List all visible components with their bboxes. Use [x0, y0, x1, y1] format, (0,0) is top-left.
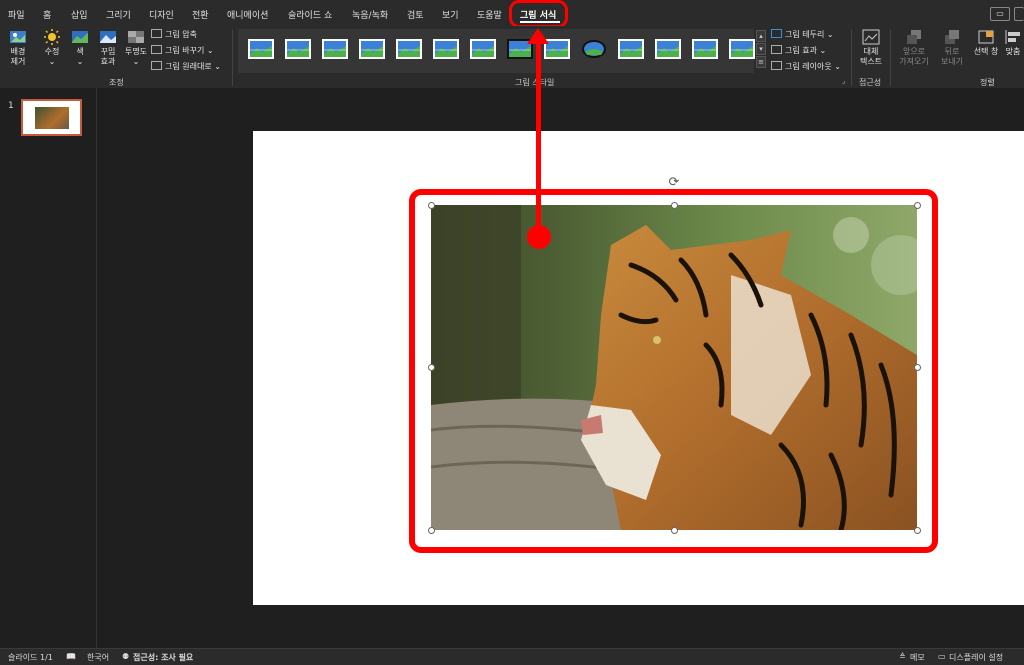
slide-thumbnail[interactable]	[21, 99, 82, 136]
picture-style-4[interactable]	[359, 39, 385, 59]
group-label-accessibility: 접근성	[859, 78, 882, 87]
selection-pane-button[interactable]: 선택 창	[970, 29, 1002, 57]
status-bar: 슬라이드 1/1 📖 한국어 ⚉ 접근성: 조사 필요 ≙ 메모 ▭ 디스플레이…	[0, 648, 1024, 665]
picture-style-11[interactable]	[618, 39, 644, 59]
picture-style-14[interactable]	[729, 39, 755, 59]
picture-style-3[interactable]	[322, 39, 348, 59]
ribbon-divider	[851, 30, 852, 86]
picture-styles-gallery	[238, 29, 755, 73]
picture-border-icon	[771, 29, 782, 38]
send-backward-button[interactable]: 뒤로 보내기	[935, 29, 969, 67]
reset-picture-icon	[151, 61, 162, 70]
gallery-scroll-down-icon[interactable]: ▾	[756, 43, 766, 55]
color-icon	[72, 31, 88, 43]
remove-background-icon	[10, 31, 26, 43]
rotate-handle-icon[interactable]: ⟳	[667, 176, 681, 190]
tab-file[interactable]: 파일	[8, 8, 25, 21]
picture-border-button[interactable]: 그림 테두리 ⌄	[771, 29, 834, 40]
tab-insert[interactable]: 삽입	[71, 8, 88, 21]
group-label-picture-styles: 그림 스타일	[515, 78, 555, 87]
highlight-tab-box	[509, 0, 568, 28]
artistic-effects-icon	[100, 31, 116, 43]
display-settings-button[interactable]: 디스플레이 설정	[949, 652, 1003, 663]
picture-style-7[interactable]	[470, 39, 496, 59]
change-picture-icon	[151, 45, 162, 54]
color-button[interactable]: 색 ⌄	[66, 29, 94, 67]
transparency-icon	[128, 31, 144, 43]
picture-style-13[interactable]	[692, 39, 718, 59]
ribbon: 배경 제거 수정 ⌄ 색 ⌄ 꾸밈 효과 투명도 ⌄ 그림 압축 그림 바꾸기 ⌄ 그…	[0, 26, 1024, 89]
bring-forward-button[interactable]: 앞으로 가져오기	[894, 29, 934, 67]
picture-style-5[interactable]	[396, 39, 422, 59]
picture-style-2[interactable]	[285, 39, 311, 59]
send-backward-icon	[945, 30, 959, 44]
bring-forward-icon	[907, 30, 921, 44]
reset-picture-button[interactable]: 그림 원래대로 ⌄	[151, 61, 221, 72]
accessibility-icon: ⚉	[122, 652, 130, 661]
group-label-adjust: 조정	[109, 78, 124, 87]
chevron-down-icon: ⌄	[48, 57, 56, 66]
tab-draw[interactable]: 그리기	[106, 8, 131, 21]
remove-background-button[interactable]: 배경 제거	[4, 29, 32, 67]
slide-number: 1	[8, 101, 14, 111]
annotation-arrow-head	[527, 28, 549, 44]
dialog-launcher-icon[interactable]: ⌟	[842, 77, 845, 85]
tab-record[interactable]: 녹음/녹화	[352, 8, 388, 21]
slide-counter: 슬라이드 1/1	[8, 653, 53, 662]
artistic-effects-button[interactable]: 꾸밈 효과	[94, 29, 122, 67]
spellcheck-icon[interactable]: 📖	[66, 652, 76, 661]
picture-layout-icon	[771, 61, 782, 70]
chevron-down-icon: ⌄	[132, 57, 140, 66]
picture-layout-button[interactable]: 그림 레이아웃 ⌄	[771, 61, 841, 72]
thumbnail-image	[35, 107, 69, 129]
highlight-image-box	[409, 189, 938, 553]
picture-style-6[interactable]	[433, 39, 459, 59]
annotation-arrow-dot	[527, 225, 551, 249]
share-icon[interactable]	[1014, 7, 1024, 21]
accessibility-status[interactable]: 접근성: 조사 필요	[133, 652, 193, 663]
tab-view[interactable]: 보기	[442, 8, 459, 21]
chevron-down-icon: ⌄	[76, 57, 84, 66]
compress-pictures-button[interactable]: 그림 압축	[151, 29, 197, 40]
annotation-arrow-line	[536, 42, 541, 237]
tab-animations[interactable]: 애니메이션	[227, 8, 268, 21]
group-label-arrange: 정렬	[980, 78, 995, 87]
gallery-scroll-up-icon[interactable]: ▴	[756, 30, 766, 42]
ribbon-divider	[890, 30, 891, 86]
picture-style-1[interactable]	[248, 39, 274, 59]
slide-thumbnail-panel	[0, 88, 97, 648]
sun-icon	[44, 29, 60, 45]
transparency-button[interactable]: 투명도 ⌄	[122, 29, 150, 67]
picture-style-10[interactable]	[581, 39, 607, 59]
tab-home[interactable]: 홈	[43, 8, 51, 21]
comment-icon[interactable]: ▭	[990, 7, 1010, 21]
gallery-more-icon[interactable]: ≡	[756, 56, 766, 68]
change-picture-button[interactable]: 그림 바꾸기 ⌄	[151, 45, 214, 56]
selection-pane-icon	[978, 30, 994, 44]
display-settings-icon: ▭	[938, 652, 946, 661]
ribbon-divider	[232, 30, 233, 86]
align-button[interactable]: 맞춤	[1002, 29, 1024, 57]
notes-button[interactable]: 메모	[910, 652, 925, 663]
compress-icon	[151, 29, 162, 38]
picture-effects-icon	[771, 45, 782, 54]
tab-help[interactable]: 도움말	[477, 8, 502, 21]
tab-transitions[interactable]: 전환	[192, 8, 209, 21]
tab-design[interactable]: 디자인	[149, 8, 174, 21]
corrections-button[interactable]: 수정 ⌄	[38, 29, 66, 67]
align-icon	[1005, 30, 1020, 44]
alt-text-button[interactable]: 대체 텍스트	[856, 29, 886, 67]
tab-slideshow[interactable]: 슬라이드 쇼	[288, 8, 332, 21]
alt-text-icon	[862, 29, 880, 45]
picture-style-12[interactable]	[655, 39, 681, 59]
tab-review[interactable]: 검토	[407, 8, 424, 21]
notes-icon: ≙	[899, 652, 906, 661]
picture-effects-button[interactable]: 그림 효과 ⌄	[771, 45, 826, 56]
language-indicator[interactable]: 한국어	[87, 652, 109, 663]
